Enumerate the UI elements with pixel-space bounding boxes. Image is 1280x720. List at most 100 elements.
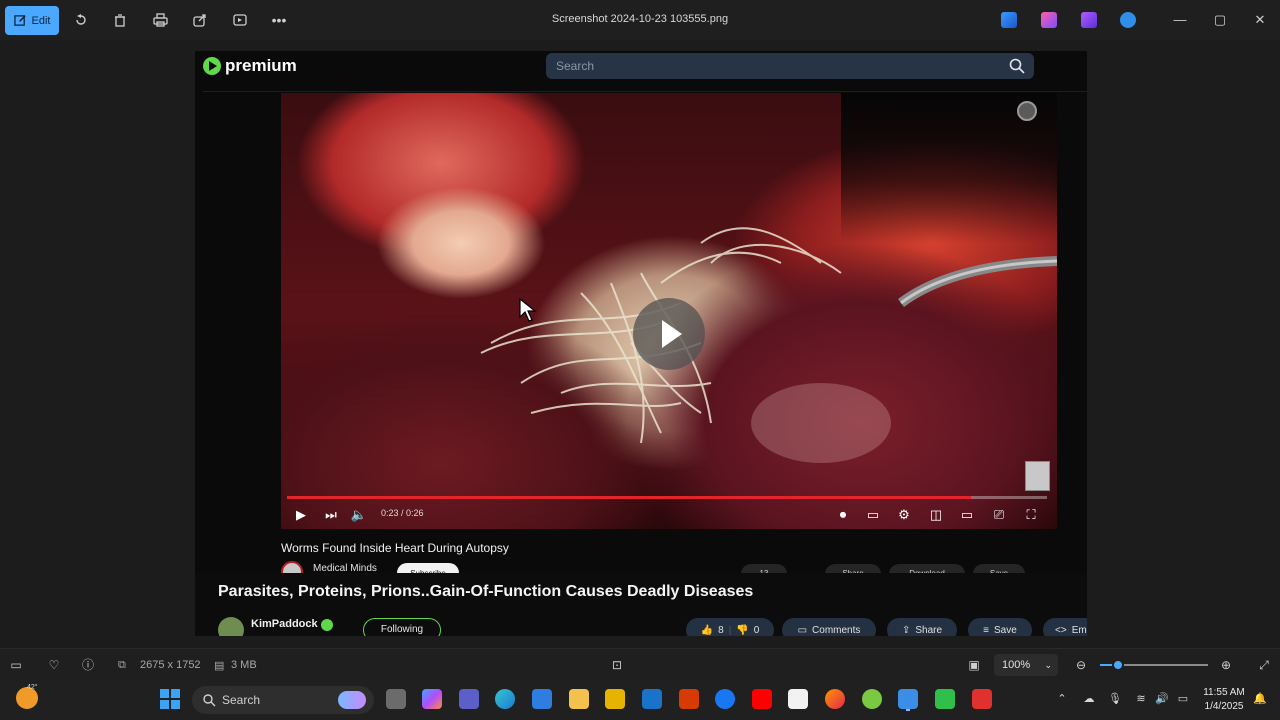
heart-icon: ♡ xyxy=(48,658,60,672)
taskbar-search-label: Search xyxy=(222,693,261,707)
onedrive-icon[interactable] xyxy=(1120,12,1136,28)
video-settings-badge-icon[interactable] xyxy=(1017,101,1037,121)
status-bar: ▭ ♡ ⓘ ⧉ 2675 x 1752 ▤ 3 MB ⊡ ▣ 100% ⌄ ⊖ … xyxy=(0,648,1280,680)
next-button[interactable]: ⏭ xyxy=(319,505,343,525)
youtube-icon[interactable] xyxy=(752,689,772,709)
store-icon[interactable] xyxy=(532,689,552,709)
close-button[interactable]: ✕ xyxy=(1250,10,1270,30)
autoplay-icon: ⏺ xyxy=(839,507,847,522)
firefox-icon[interactable] xyxy=(825,689,845,709)
photos-taskbar-icon[interactable] xyxy=(898,689,918,709)
channel-watermark[interactable] xyxy=(1025,461,1050,491)
slideshow-button[interactable] xyxy=(225,6,255,34)
avatar[interactable] xyxy=(218,617,244,636)
notification-bell-icon[interactable]: 🔔 xyxy=(1252,691,1268,707)
windows-logo-pane xyxy=(171,689,180,698)
chevron-up-icon[interactable]: ⌃ xyxy=(1054,691,1070,707)
progress-bar[interactable] xyxy=(287,496,1047,499)
zoom-slider[interactable] xyxy=(1100,659,1208,671)
video-player[interactable]: ▶ ⏭ 🔈 0:23 / 0:26 ⏺ ▭ ⚙ ◫ ▭ ⎚ ⛶ xyxy=(281,93,1057,529)
teams-icon[interactable] xyxy=(459,689,479,709)
info-button[interactable]: ⓘ xyxy=(80,657,96,673)
battery-icon[interactable]: ▭ xyxy=(1175,691,1191,707)
play-small-icon: ▶ xyxy=(296,507,306,522)
fit-to-window-button[interactable]: ⊡ xyxy=(609,657,625,673)
android-icon[interactable] xyxy=(862,689,882,709)
rotate-button[interactable] xyxy=(66,6,96,34)
like-dislike-button[interactable]: 👍 8 | 👎 0 xyxy=(686,618,774,636)
clip-app-icon[interactable] xyxy=(935,689,955,709)
settings-button[interactable]: ⚙ xyxy=(892,505,916,525)
autoplay-toggle[interactable]: ⏺ xyxy=(831,505,855,525)
zoom-slider-thumb[interactable] xyxy=(1112,659,1125,671)
embedded-video-title[interactable]: Worms Found Inside Heart During Autopsy xyxy=(281,541,509,555)
favorite-button[interactable]: ♡ xyxy=(46,657,62,673)
miniplayer-button[interactable]: ◫ xyxy=(924,505,948,525)
embed-label: Em xyxy=(1071,624,1087,636)
zoom-out-button[interactable]: ⊖ xyxy=(1073,657,1089,673)
office-icon[interactable] xyxy=(679,689,699,709)
theater-button[interactable]: ▭ xyxy=(955,505,979,525)
edit-button[interactable]: Edit xyxy=(5,6,59,35)
more-button[interactable]: ••• xyxy=(264,6,294,34)
trash-icon xyxy=(115,14,125,27)
next-icon: ⏭ xyxy=(325,507,337,522)
minimize-icon: — xyxy=(1173,12,1187,27)
comments-button[interactable]: ▭ Comments xyxy=(782,618,876,636)
code-icon: <> xyxy=(1055,624,1067,636)
photos-editor-app-icon[interactable] xyxy=(1001,12,1017,28)
edge-icon[interactable] xyxy=(495,689,515,709)
outlook-icon[interactable] xyxy=(642,689,662,709)
chevron-down-icon: ⌄ xyxy=(1044,660,1052,670)
fullscreen-view-button[interactable]: ⤢ xyxy=(1256,657,1272,673)
page-title: Parasites, Proteins, Prions..Gain-Of-Fun… xyxy=(218,583,754,600)
zoom-in-button[interactable]: ⊕ xyxy=(1218,657,1234,673)
minimize-button[interactable]: — xyxy=(1170,10,1190,30)
captions-button[interactable]: ▭ xyxy=(861,505,885,525)
embed-button[interactable]: <> Em xyxy=(1043,618,1087,636)
clock-date: 1/4/2025 xyxy=(1204,701,1244,712)
following-button[interactable]: Following xyxy=(363,618,441,636)
speaker-icon[interactable]: 🔊 xyxy=(1154,691,1170,707)
channel-name[interactable]: KimPaddock xyxy=(251,618,318,630)
search-icon[interactable] xyxy=(1008,57,1026,75)
taskbar-search[interactable]: Search xyxy=(192,686,374,714)
play-button[interactable]: ▶ xyxy=(289,505,313,525)
facebook-icon[interactable] xyxy=(715,689,735,709)
task-view-icon[interactable] xyxy=(386,689,406,709)
snip-app-icon[interactable] xyxy=(972,689,992,709)
image-dimensions: 2675 x 1752 xyxy=(140,659,201,671)
image-canvas[interactable]: premium Search ▶ ⏭ 🔈 0:23 / 0:26 ⏺ ▭ ⚙ ◫… xyxy=(195,51,1087,636)
play-icon[interactable] xyxy=(633,298,705,370)
volume-icon: 🔈 xyxy=(350,507,368,522)
zoom-dropdown[interactable]: 100% ⌄ xyxy=(994,654,1058,676)
volume-button[interactable]: 🔈 xyxy=(347,505,371,525)
delete-button[interactable] xyxy=(105,6,135,34)
designer-app-icon[interactable] xyxy=(1041,12,1057,28)
file-explorer-icon[interactable] xyxy=(569,689,589,709)
clipchamp-app-icon[interactable] xyxy=(1081,12,1097,28)
filmstrip-button[interactable]: ▭ xyxy=(8,657,24,673)
start-button[interactable] xyxy=(160,689,180,709)
share-pill-button[interactable]: ⇪ Share xyxy=(887,618,957,636)
zoom-in-icon: ⊕ xyxy=(1220,658,1232,672)
copilot-icon[interactable] xyxy=(422,689,442,709)
actual-size-icon: ▣ xyxy=(968,658,980,672)
system-clock[interactable]: 11:55 AM 1/4/2025 xyxy=(1196,686,1252,714)
sticky-notes-icon[interactable] xyxy=(605,689,625,709)
close-icon: ✕ xyxy=(1254,12,1266,27)
amazon-icon[interactable] xyxy=(788,689,808,709)
wifi-icon[interactable]: ≋ xyxy=(1133,691,1149,707)
youtube-search-input[interactable]: Search xyxy=(546,53,1034,79)
print-button[interactable] xyxy=(145,6,175,34)
save-button[interactable]: ≡ Save xyxy=(968,618,1032,636)
microphone-icon[interactable]: 🎙 xyxy=(1107,691,1123,707)
share-button[interactable] xyxy=(185,6,215,34)
fullscreen-button[interactable]: ⛶ xyxy=(1019,505,1043,525)
maximize-button[interactable]: ▢ xyxy=(1210,10,1230,30)
youtube-premium-logo[interactable]: premium xyxy=(203,55,297,77)
actual-size-button[interactable]: ▣ xyxy=(966,657,982,673)
onedrive-tray-icon[interactable]: ☁ xyxy=(1081,691,1097,707)
watch-metadata: Parasites, Proteins, Prions..Gain-Of-Fun… xyxy=(195,573,1087,636)
cast-button[interactable]: ⎚ xyxy=(987,505,1011,525)
